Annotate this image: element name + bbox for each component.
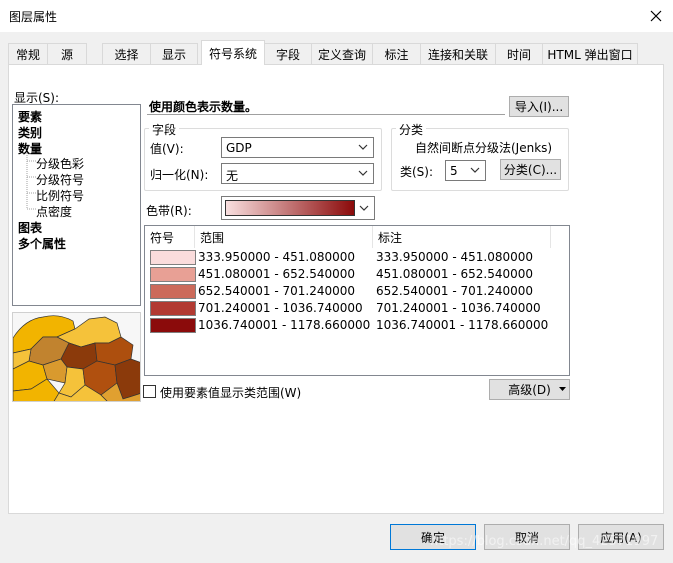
table-row[interactable]: 1036.740001 - 1178.660000 1036.740001 - …: [145, 318, 569, 335]
class-table[interactable]: 符号 范围 标注 333.950000 - 451.080000 333.950…: [144, 225, 570, 376]
class-label[interactable]: 652.540001 - 701.240000: [376, 284, 533, 298]
color-ramp-label: 色带(R):: [146, 204, 192, 218]
chevron-down-icon: [358, 144, 368, 150]
chevron-down-icon: [359, 205, 369, 211]
class-symbol-swatch[interactable]: [150, 267, 196, 282]
show-class-ranges-checkbox[interactable]: [143, 385, 156, 398]
tab-time[interactable]: 时间: [495, 43, 543, 64]
tab-fields[interactable]: 字段: [264, 43, 312, 64]
class-label[interactable]: 333.950000 - 451.080000: [376, 250, 533, 264]
tab-joins-relates[interactable]: 连接和关联: [420, 43, 496, 64]
classification-group-title: 分类: [396, 121, 427, 138]
window-title: 图层属性: [9, 10, 58, 24]
table-row[interactable]: 451.080001 - 652.540000 451.080001 - 652…: [145, 267, 569, 284]
normalize-field-select[interactable]: 无: [221, 163, 374, 184]
class-label[interactable]: 451.080001 - 652.540000: [376, 267, 533, 281]
tree-item-proportional-symbols[interactable]: 比例符号: [36, 187, 84, 204]
field-group-title: 字段: [149, 121, 180, 138]
classes-value: 5: [450, 164, 458, 178]
tree-item-features[interactable]: 要素: [18, 108, 42, 125]
tab-general[interactable]: 常规: [8, 43, 48, 64]
normalize-label: 归一化(N):: [150, 168, 209, 182]
class-symbol-swatch[interactable]: [150, 318, 196, 333]
column-header-label[interactable]: 标注: [373, 226, 551, 248]
class-range[interactable]: 1036.740001 - 1178.660000: [198, 318, 370, 332]
close-icon: [650, 10, 662, 22]
column-header-range[interactable]: 范围: [195, 226, 373, 248]
color-ramp-select[interactable]: [221, 196, 375, 220]
class-range[interactable]: 333.950000 - 451.080000: [198, 250, 355, 264]
tab-definition-query[interactable]: 定义查询: [311, 43, 373, 64]
tree-item-charts[interactable]: 图表: [18, 219, 42, 236]
import-button[interactable]: 导入(I)...: [509, 96, 569, 117]
class-range[interactable]: 701.240001 - 1036.740000: [198, 301, 363, 315]
tab-display[interactable]: 显示: [150, 43, 198, 64]
tree-item-graduated-colors[interactable]: 分级色彩: [36, 155, 84, 172]
table-row[interactable]: 701.240001 - 1036.740000 701.240001 - 10…: [145, 301, 569, 318]
tab-symbology[interactable]: 符号系统: [201, 40, 265, 65]
tree-item-graduated-symbols[interactable]: 分级符号: [36, 171, 84, 188]
title-bar: [0, 0, 673, 32]
tree-item-multiple-attributes[interactable]: 多个属性: [18, 235, 66, 252]
tab-selection[interactable]: 选择: [102, 43, 151, 64]
tab-html-popup[interactable]: HTML 弹出窗口: [542, 43, 638, 64]
normalize-field-value: 无: [226, 169, 239, 183]
class-range[interactable]: 451.080001 - 652.540000: [198, 267, 355, 281]
renderer-description: 使用颜色表示数量。: [147, 96, 505, 115]
classes-select[interactable]: 5: [445, 160, 486, 181]
show-class-ranges-label: 使用要素值显示类范围(W): [160, 386, 302, 400]
classify-button[interactable]: 分类(C)...: [500, 159, 561, 180]
close-button[interactable]: [645, 5, 667, 27]
chevron-down-icon: [358, 170, 368, 176]
tab-labels[interactable]: 标注: [372, 43, 421, 64]
dropdown-arrow-icon: [559, 387, 566, 391]
classification-method: 自然间断点分级法(Jenks): [415, 141, 553, 155]
chevron-down-icon: [470, 167, 480, 173]
class-symbol-swatch[interactable]: [150, 250, 196, 265]
column-header-symbol[interactable]: 符号: [145, 226, 195, 248]
classes-label: 类(S):: [400, 165, 434, 179]
advanced-button[interactable]: 高级(D): [489, 379, 570, 400]
value-label: 值(V):: [150, 142, 184, 156]
tree-item-dot-density[interactable]: 点密度: [36, 203, 72, 220]
tab-source[interactable]: 源: [47, 43, 87, 64]
table-row[interactable]: 652.540001 - 701.240000 652.540001 - 701…: [145, 284, 569, 301]
watermark-text: https://blog.csdn.net/qq_42571997: [430, 534, 659, 549]
class-symbol-swatch[interactable]: [150, 301, 196, 316]
value-field-select[interactable]: GDP: [221, 137, 374, 158]
advanced-button-label: 高级(D): [508, 383, 551, 397]
class-range[interactable]: 652.540001 - 701.240000: [198, 284, 355, 298]
class-label[interactable]: 1036.740001 - 1178.660000: [376, 318, 548, 332]
table-row[interactable]: 333.950000 - 451.080000 333.950000 - 451…: [145, 250, 569, 267]
preview-map-image: [12, 312, 141, 402]
tree-item-categories[interactable]: 类别: [18, 124, 42, 141]
renderer-tree[interactable]: 要素 类别 数量 分级色彩 分级符号 比例符号 点密度 图表 多个属性: [12, 104, 141, 306]
value-field-value: GDP: [226, 141, 252, 155]
class-symbol-swatch[interactable]: [150, 284, 196, 299]
class-label[interactable]: 701.240001 - 1036.740000: [376, 301, 541, 315]
color-ramp-swatch: [225, 200, 355, 216]
